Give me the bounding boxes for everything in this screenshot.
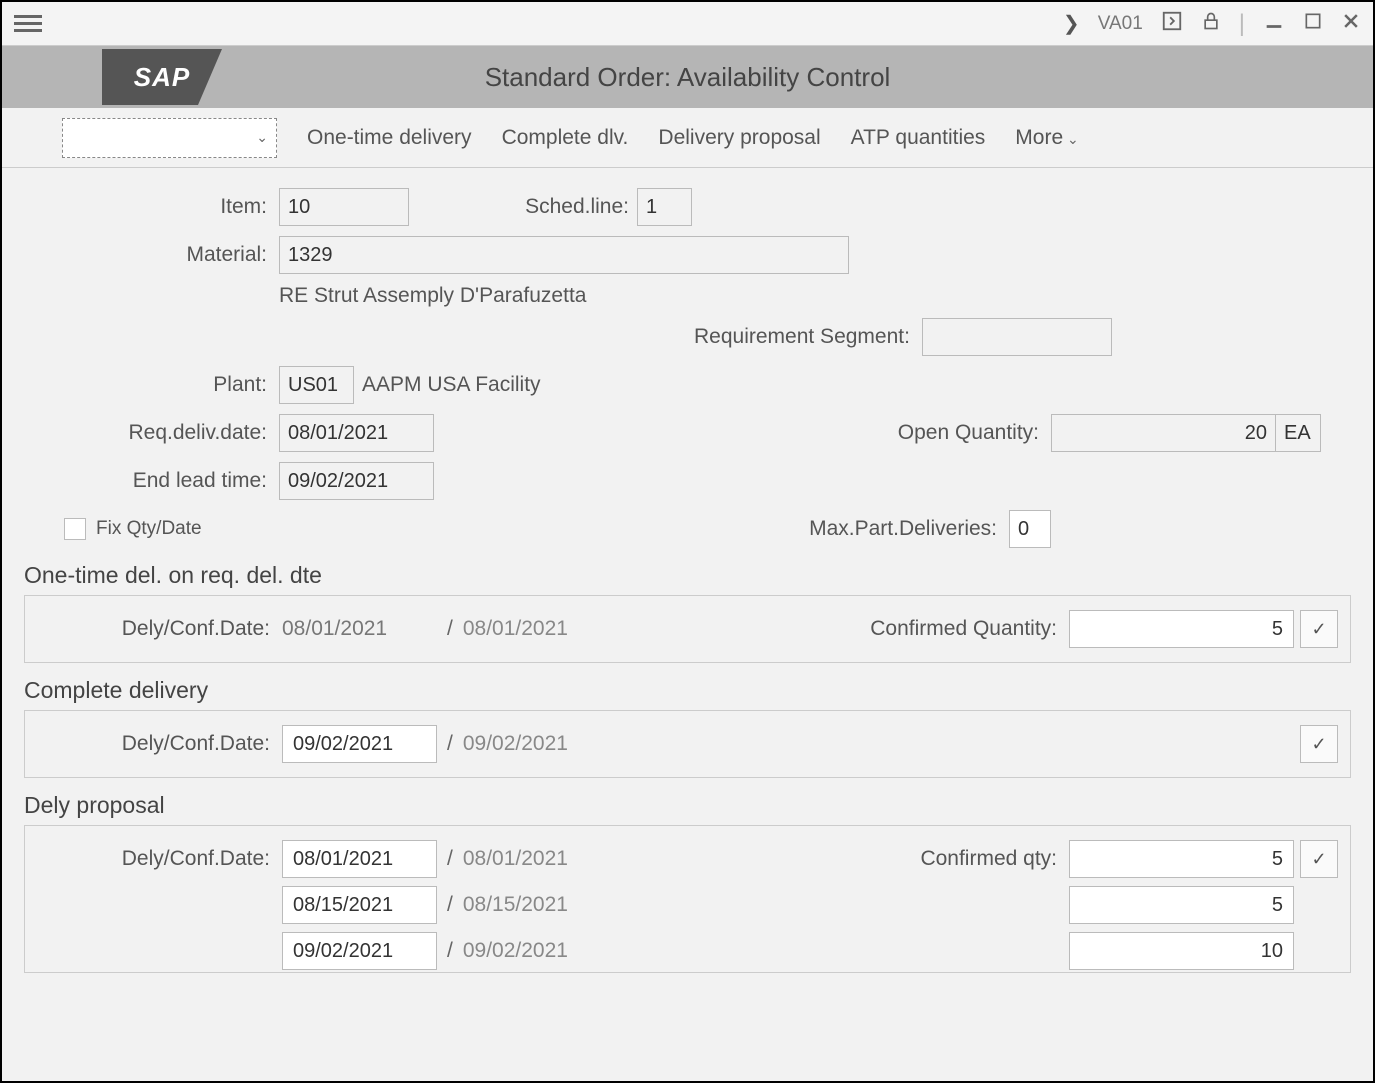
- proposal-qty-input-1[interactable]: [1069, 886, 1294, 924]
- item-label: Item:: [34, 195, 279, 219]
- proposal-qty-input-2[interactable]: [1069, 932, 1294, 970]
- proposal-qty-input-0[interactable]: [1069, 840, 1294, 878]
- page-title: Standard Order: Availability Control: [485, 62, 891, 93]
- complete-dlv-button[interactable]: Complete dlv.: [502, 126, 629, 150]
- dely-proposal-title: Dely proposal: [24, 792, 1351, 819]
- more-button[interactable]: More ⌄: [1015, 126, 1078, 150]
- exit-icon[interactable]: [1161, 10, 1183, 38]
- req-deliv-date-label: Req.deliv.date:: [34, 421, 279, 445]
- minimize-icon[interactable]: [1263, 10, 1285, 38]
- dely-conf-date-label: Dely/Conf.Date:: [37, 732, 282, 756]
- check-icon: ✓: [1311, 849, 1326, 870]
- complete-date2: 09/02/2021: [463, 732, 568, 756]
- one-time-confirm-button[interactable]: ✓: [1300, 610, 1338, 648]
- slash: /: [447, 617, 453, 641]
- sap-logo: SAP: [102, 49, 222, 105]
- system-topbar: ❯ VA01 |: [2, 2, 1373, 46]
- proposal-date1-input-0[interactable]: 08/01/2021: [282, 840, 437, 878]
- req-segment-input[interactable]: [922, 318, 1112, 356]
- proposal-date2-2: 09/02/2021: [463, 939, 568, 963]
- delivery-proposal-button[interactable]: Delivery proposal: [658, 126, 820, 150]
- action-toolbar: ⌄ One-time delivery Complete dlv. Delive…: [2, 108, 1373, 168]
- transaction-code: VA01: [1098, 13, 1143, 35]
- chevron-right-icon[interactable]: ❯: [1063, 11, 1080, 36]
- proposal-confirmed-qty-label: Confirmed qty:: [920, 847, 1057, 871]
- one-time-date1: 08/01/2021: [282, 617, 437, 641]
- fix-qty-date-checkbox[interactable]: [64, 518, 86, 540]
- complete-delivery-title: Complete delivery: [24, 677, 1351, 704]
- complete-delivery-panel: Dely/Conf.Date: 09/02/2021 / 09/02/2021 …: [24, 710, 1351, 778]
- more-label: More: [1015, 126, 1063, 149]
- plant-input[interactable]: US01: [279, 366, 354, 404]
- content-area: Item: 10 Sched.line: 1 Material: 1329 RE…: [2, 168, 1373, 1081]
- slash: /: [447, 939, 453, 963]
- req-deliv-date-input[interactable]: 08/01/2021: [279, 414, 434, 452]
- chevron-down-icon: ⌄: [1063, 131, 1079, 147]
- material-input[interactable]: 1329: [279, 236, 849, 274]
- end-lead-time-label: End lead time:: [34, 469, 279, 493]
- req-segment-label: Requirement Segment:: [694, 325, 910, 349]
- slash: /: [447, 893, 453, 917]
- material-label: Material:: [34, 243, 279, 267]
- one-time-confirmed-qty-input[interactable]: [1069, 610, 1294, 648]
- open-qty-input[interactable]: 20: [1051, 414, 1276, 452]
- dely-conf-date-label: Dely/Conf.Date:: [37, 847, 282, 871]
- proposal-date1-input-1[interactable]: 08/15/2021: [282, 886, 437, 924]
- maximize-icon[interactable]: [1303, 11, 1323, 37]
- atp-quantities-button[interactable]: ATP quantities: [851, 126, 986, 150]
- menu-icon[interactable]: [14, 15, 42, 32]
- proposal-date2-1: 08/15/2021: [463, 893, 568, 917]
- dely-proposal-panel: Dely/Conf.Date: 08/01/2021 / 08/01/2021 …: [24, 825, 1351, 973]
- sched-line-input[interactable]: 1: [637, 188, 692, 226]
- one-time-del-panel: Dely/Conf.Date: 08/01/2021 / 08/01/2021 …: [24, 595, 1351, 663]
- open-qty-label: Open Quantity:: [898, 421, 1039, 445]
- open-qty-uom: EA: [1276, 414, 1321, 452]
- check-icon: ✓: [1311, 734, 1326, 755]
- lock-icon[interactable]: [1201, 10, 1221, 38]
- complete-date1-input[interactable]: 09/02/2021: [282, 725, 437, 763]
- title-bar: SAP Standard Order: Availability Control: [2, 46, 1373, 108]
- confirmed-qty-label: Confirmed Quantity:: [870, 617, 1057, 641]
- sched-line-label: Sched.line:: [499, 195, 629, 219]
- one-time-del-title: One-time del. on req. del. dte: [24, 562, 1351, 589]
- app-window: ❯ VA01 | SAP Standard Order: Availabilit…: [0, 0, 1375, 1083]
- proposal-date1-input-2[interactable]: 09/02/2021: [282, 932, 437, 970]
- proposal-confirm-button[interactable]: ✓: [1300, 840, 1338, 878]
- item-input[interactable]: 10: [279, 188, 409, 226]
- end-lead-time-input[interactable]: 09/02/2021: [279, 462, 434, 500]
- material-description: RE Strut Assemply D'Parafuzetta: [279, 284, 586, 308]
- proposal-date2-0: 08/01/2021: [463, 847, 568, 871]
- plant-description: AAPM USA Facility: [362, 373, 541, 397]
- max-part-deliv-label: Max.Part.Deliveries:: [809, 517, 997, 541]
- one-time-date2: 08/01/2021: [463, 617, 568, 641]
- dely-conf-date-label: Dely/Conf.Date:: [37, 617, 282, 641]
- fix-qty-date-label: Fix Qty/Date: [96, 518, 202, 540]
- separator: |: [1239, 10, 1245, 38]
- slash: /: [447, 732, 453, 756]
- plant-label: Plant:: [34, 373, 279, 397]
- complete-confirm-button[interactable]: ✓: [1300, 725, 1338, 763]
- close-icon[interactable]: [1341, 11, 1361, 37]
- command-dropdown[interactable]: ⌄: [62, 118, 277, 158]
- one-time-delivery-button[interactable]: One-time delivery: [307, 126, 472, 150]
- slash: /: [447, 847, 453, 871]
- topbar-right: ❯ VA01 |: [1063, 10, 1361, 38]
- chevron-down-icon: ⌄: [256, 129, 268, 146]
- check-icon: ✓: [1311, 619, 1326, 640]
- max-part-deliv-input[interactable]: 0: [1009, 510, 1051, 548]
